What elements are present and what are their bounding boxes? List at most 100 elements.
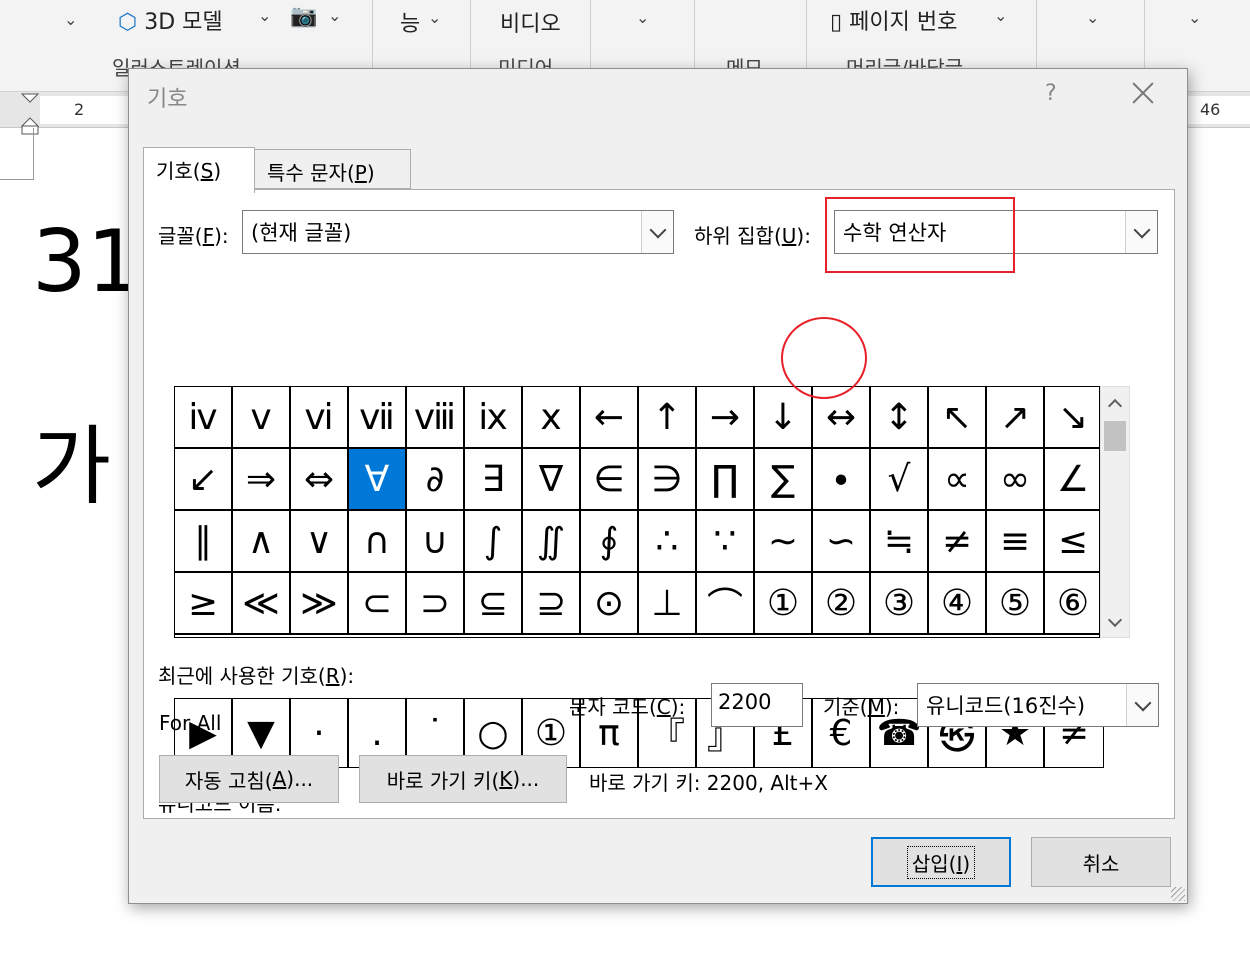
help-button[interactable]: ? [1045, 81, 1057, 106]
scroll-down-icon[interactable] [1107, 612, 1123, 628]
chevron-down-icon[interactable]: ⌄ [64, 10, 77, 29]
symbol-cell[interactable]: ∋ [639, 449, 697, 511]
chevron-down-icon[interactable]: ⌄ [636, 8, 649, 27]
symbol-grid[interactable]: ⅳ ⅴ ⅵ ⅶ ⅷ ⅸ ⅹ ← ↑ → ↓ ↔ ↕ ↖ ↗ ↘ ↙ ⇒ ⇔ ∀ ∂ ∃ ∇ ∈ ∋ ∏ ∑ ∙ √ ∝ ∞ ∠ ∥ ∧ ∨ ∩ ∪ ∫ ∬ ∮… [174, 386, 1100, 638]
symbol-cell[interactable]: ≡ [987, 511, 1045, 573]
symbol-cell[interactable]: ∝ [929, 449, 987, 511]
screenshot-icon[interactable]: 📷 [290, 4, 317, 29]
symbol-grid-scrollbar[interactable] [1100, 386, 1130, 638]
symbol-cell[interactable]: ⅸ [465, 387, 523, 449]
symbol-cell[interactable]: ② [813, 573, 871, 635]
resize-grip-icon[interactable] [1171, 887, 1185, 901]
shortcut-key-button[interactable]: 바로 가기 키(K)... [359, 755, 567, 803]
symbol-cell[interactable]: ∂ [407, 449, 465, 511]
ribbon-video-button[interactable]: 비디오 [500, 6, 561, 38]
symbol-cell[interactable]: ∀ [349, 449, 407, 511]
cancel-button[interactable]: 취소 [1031, 837, 1171, 887]
chevron-down-icon[interactable]: ⌄ [258, 6, 271, 25]
symbol-cell[interactable]: ⊂ [349, 573, 407, 635]
symbol-cell[interactable]: ③ [871, 573, 929, 635]
symbol-cell[interactable]: ⅵ [291, 387, 349, 449]
symbol-cell[interactable]: ≪ [233, 573, 291, 635]
symbol-cell[interactable]: ≤ [1045, 511, 1099, 573]
symbol-cell[interactable]: ⊃ [407, 573, 465, 635]
symbol-cell[interactable]: ∩ [349, 511, 407, 573]
symbol-cell[interactable]: ≒ [871, 511, 929, 573]
symbol-cell[interactable]: ∈ [581, 449, 639, 511]
page-margin-marker [0, 128, 34, 180]
chevron-down-icon[interactable]: ⌄ [428, 8, 441, 27]
symbol-cell[interactable]: ≠ [929, 511, 987, 573]
symbol-cell[interactable]: ∥ [175, 511, 233, 573]
symbol-cell[interactable]: ∏ [697, 449, 755, 511]
symbol-cell[interactable]: ∽ [813, 511, 871, 573]
scroll-thumb[interactable] [1104, 421, 1126, 451]
symbol-cell[interactable]: → [697, 387, 755, 449]
ribbon-functions-button[interactable]: 능 [400, 6, 420, 38]
symbol-cell[interactable]: ∃ [465, 449, 523, 511]
symbol-cell[interactable]: ⌒ [697, 573, 755, 635]
symbol-cell[interactable]: ④ [929, 573, 987, 635]
tab-special-characters[interactable]: 특수 문자(P) [255, 149, 411, 189]
symbol-cell[interactable]: ∴ [639, 511, 697, 573]
symbol-cell[interactable]: ≥ [175, 573, 233, 635]
symbol-cell[interactable]: ↓ [755, 387, 813, 449]
symbol-cell[interactable]: ↗ [987, 387, 1045, 449]
symbol-cell[interactable]: ↕ [871, 387, 929, 449]
symbol-cell[interactable]: ⊇ [523, 573, 581, 635]
symbol-cell[interactable]: ↘ [1045, 387, 1099, 449]
symbol-cell[interactable]: ∠ [1045, 449, 1099, 511]
symbol-cell[interactable]: ∵ [697, 511, 755, 573]
autocorrect-button[interactable]: 자동 고침(A)... [159, 755, 339, 803]
chevron-down-icon[interactable] [1125, 211, 1157, 253]
chevron-down-icon[interactable]: ⌄ [994, 6, 1007, 25]
char-code-input[interactable]: 2200 [711, 683, 803, 727]
symbol-cell[interactable]: ↖ [929, 387, 987, 449]
highlight-box [825, 197, 1015, 273]
symbol-cell[interactable]: ⅳ [175, 387, 233, 449]
ribbon-page-number-button[interactable]: ▯ 페이지 번호 [830, 4, 957, 36]
chevron-down-icon[interactable] [1126, 684, 1158, 726]
symbol-cell[interactable]: √ [871, 449, 929, 511]
font-select[interactable]: (현재 글꼴) [242, 210, 674, 254]
close-icon[interactable] [1127, 75, 1159, 111]
symbol-cell[interactable]: ≫ [291, 573, 349, 635]
symbol-cell[interactable]: ∼ [755, 511, 813, 573]
ribbon-3d-model-button[interactable]: ⬡ 3D 모델 [118, 4, 223, 36]
symbol-cell[interactable]: ⇒ [233, 449, 291, 511]
symbol-cell[interactable]: ∨ [291, 511, 349, 573]
symbol-cell[interactable]: ⅶ [349, 387, 407, 449]
document-text: 가 [32, 417, 112, 517]
tab-symbols[interactable]: 기호(S) [143, 147, 255, 193]
symbol-cell[interactable]: ↙ [175, 449, 233, 511]
symbol-cell[interactable]: ∑ [755, 449, 813, 511]
symbol-cell[interactable]: ⊥ [639, 573, 697, 635]
symbol-cell[interactable]: ① [755, 573, 813, 635]
symbol-cell[interactable]: ⇔ [291, 449, 349, 511]
symbol-cell[interactable]: ↑ [639, 387, 697, 449]
symbol-cell[interactable]: ⅴ [233, 387, 291, 449]
symbol-cell[interactable]: ∧ [233, 511, 291, 573]
chevron-down-icon[interactable] [641, 211, 673, 253]
symbol-cell[interactable]: ∙ [813, 449, 871, 511]
symbol-cell[interactable]: ∬ [523, 511, 581, 573]
symbol-cell[interactable]: ⑤ [987, 573, 1045, 635]
symbol-cell[interactable]: ∇ [523, 449, 581, 511]
chevron-down-icon[interactable]: ⌄ [328, 6, 341, 25]
symbol-cell[interactable]: ⑥ [1045, 573, 1099, 635]
scroll-up-icon[interactable] [1107, 398, 1123, 414]
chevron-down-icon[interactable]: ⌄ [1086, 8, 1099, 27]
symbol-cell[interactable]: ← [581, 387, 639, 449]
symbol-cell[interactable]: ∫ [465, 511, 523, 573]
char-code-label: 문자 코드(C): [569, 695, 686, 719]
symbol-cell[interactable]: ⅹ [523, 387, 581, 449]
from-select[interactable]: 유니코드(16진수) [917, 683, 1159, 727]
chevron-down-icon[interactable]: ⌄ [1188, 8, 1201, 27]
symbol-cell[interactable]: ⅷ [407, 387, 465, 449]
symbol-cell[interactable]: ⊆ [465, 573, 523, 635]
symbol-cell[interactable]: ∞ [987, 449, 1045, 511]
symbol-cell[interactable]: ⊙ [581, 573, 639, 635]
symbol-cell[interactable]: ∮ [581, 511, 639, 573]
insert-button[interactable]: 삽입(I) [871, 837, 1011, 887]
symbol-cell[interactable]: ∪ [407, 511, 465, 573]
